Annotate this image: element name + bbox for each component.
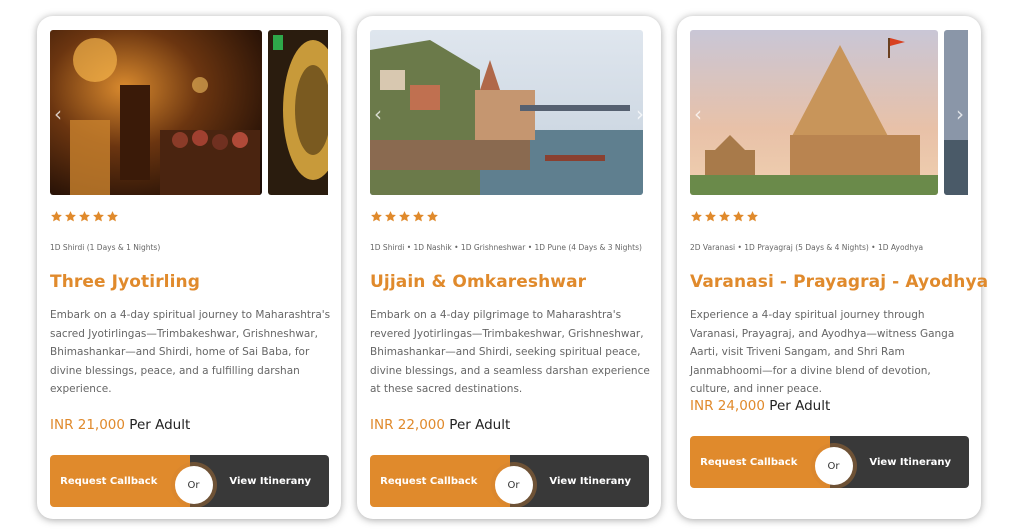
star-icon xyxy=(427,211,438,222)
price-amount: INR 24,000 xyxy=(690,398,765,414)
price-unit: Per Adult xyxy=(449,417,511,433)
price-unit: Per Adult xyxy=(129,417,191,433)
chevron-right-icon[interactable]: › xyxy=(636,102,644,126)
carousel-image-aarti xyxy=(50,30,262,195)
action-buttons: Request Callback View Itinerany Or xyxy=(370,455,649,507)
price-amount: INR 22,000 xyxy=(370,417,445,433)
price-amount: INR 21,000 xyxy=(50,417,125,433)
star-icon xyxy=(371,211,382,222)
star-icon xyxy=(79,211,90,222)
carousel-image-temple xyxy=(690,30,938,195)
price: INR 22,000 Per Adult xyxy=(370,417,510,433)
price: INR 24,000 Per Adult xyxy=(690,398,830,414)
request-callback-button[interactable]: Request Callback xyxy=(690,436,830,488)
star-icon xyxy=(747,211,758,222)
package-title[interactable]: Three Jyotirling xyxy=(50,272,200,292)
or-divider: Or xyxy=(494,466,533,504)
chevron-left-icon[interactable]: ‹ xyxy=(694,102,702,126)
action-buttons: Request Callback View Itinerany Or xyxy=(50,455,329,507)
route-summary: 2D Varanasi • 1D Prayagraj (5 Days & 4 N… xyxy=(690,243,924,252)
price-unit: Per Adult xyxy=(769,398,831,414)
chevron-right-icon[interactable]: › xyxy=(956,102,964,126)
star-icon xyxy=(413,211,424,222)
or-divider: Or xyxy=(174,466,213,504)
rating-stars xyxy=(50,210,119,223)
carousel-image-deity xyxy=(268,30,328,195)
route-summary: 1D Shirdi • 1D Nashik • 1D Grishneshwar … xyxy=(370,243,642,252)
package-card-varanasi-prayagraj-ayodhya: ‹ › 2D Varanasi • 1D Prayagraj (5 Days &… xyxy=(677,16,988,519)
star-icon xyxy=(399,211,410,222)
chevron-left-icon[interactable]: ‹ xyxy=(54,102,62,126)
star-icon xyxy=(705,211,716,222)
chevron-left-icon[interactable]: ‹ xyxy=(374,102,382,126)
star-icon xyxy=(51,211,62,222)
package-description: Embark on a 4-day spiritual journey to M… xyxy=(50,309,331,395)
star-icon xyxy=(385,211,396,222)
package-title[interactable]: Ujjain & Omkareshwar xyxy=(370,272,586,292)
price: INR 21,000 Per Adult xyxy=(50,417,190,433)
image-carousel[interactable]: ‹ › xyxy=(690,30,968,195)
image-carousel[interactable]: ‹ xyxy=(50,30,328,195)
rating-stars xyxy=(370,210,439,223)
package-description: Embark on a 4-day pilgrimage to Maharash… xyxy=(370,309,650,395)
request-callback-button[interactable]: Request Callback xyxy=(370,455,510,507)
rating-stars xyxy=(690,210,759,223)
star-icon xyxy=(691,211,702,222)
route-summary: 1D Shirdi (1 Days & 1 Nights) xyxy=(50,243,161,252)
star-icon xyxy=(719,211,730,222)
request-callback-button[interactable]: Request Callback xyxy=(50,455,190,507)
image-carousel[interactable]: ‹ › xyxy=(370,30,648,195)
star-icon xyxy=(93,211,104,222)
package-title[interactable]: Varanasi - Prayagraj - Ayodhya xyxy=(690,272,988,292)
package-description: Experience a 4-day spiritual journey thr… xyxy=(690,309,955,395)
carousel-image-omkareshwar xyxy=(370,30,643,195)
star-icon xyxy=(107,211,118,222)
star-icon xyxy=(733,211,744,222)
star-icon xyxy=(65,211,76,222)
action-buttons: Request Callback View Itinerany Or xyxy=(690,436,969,488)
package-card-ujjain-omkareshwar: ‹ › 1D Shirdi • 1D Nashik • 1D Grishnesh… xyxy=(357,16,661,519)
package-card-three-jyotirling: ‹ 1D Shirdi (1 Days & 1 Nights) Three Jy… xyxy=(37,16,341,519)
or-divider: Or xyxy=(814,447,853,485)
